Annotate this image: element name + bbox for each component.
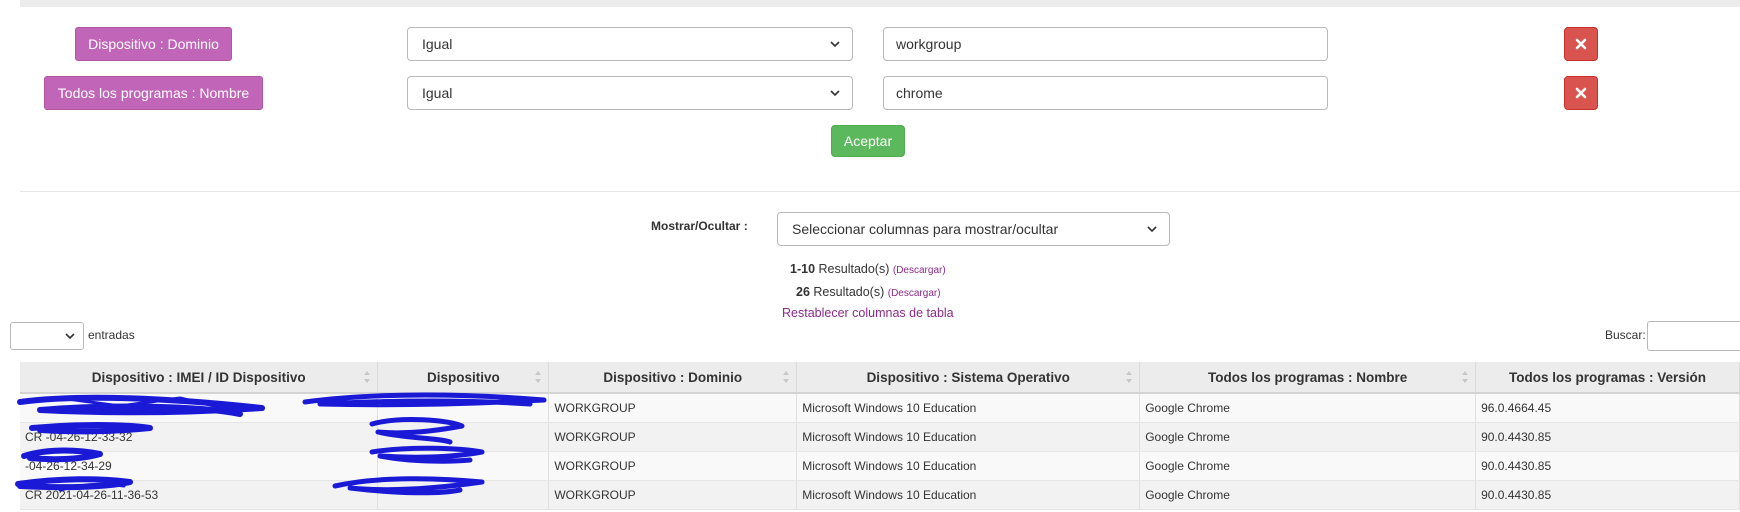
cell-os: Microsoft Windows 10 Education	[796, 422, 1141, 452]
column-header-imei[interactable]: Dispositivo : IMEI / ID Dispositivo	[20, 362, 379, 394]
close-icon	[1575, 87, 1587, 99]
download-link-all[interactable]: (Descargar)	[888, 288, 941, 299]
cell-program-version: 90.0.4430.85	[1475, 422, 1740, 452]
table-header-row: Dispositivo : IMEI / ID Dispositivo Disp…	[20, 362, 1740, 394]
filter-value-text: workgroup	[896, 36, 962, 52]
column-toggle-select[interactable]: Seleccionar columnas para mostrar/oculta…	[777, 212, 1170, 246]
cell-os: Microsoft Windows 10 Education	[796, 451, 1141, 481]
table-row: CR -04-26-12-33-32 WORKGROUP Microsoft W…	[20, 422, 1740, 452]
filter-field-label: Dispositivo : Dominio	[88, 36, 219, 52]
close-icon	[1575, 38, 1587, 50]
filter-value-input-2[interactable]: chrome	[883, 76, 1328, 110]
cell-device	[377, 480, 550, 510]
chevron-down-icon	[830, 90, 840, 97]
filter-operator-select-1[interactable]: Igual	[407, 27, 853, 61]
table-row: WORKGROUP Microsoft Windows 10 Education…	[20, 393, 1740, 423]
cell-program-name: Google Chrome	[1139, 422, 1477, 452]
column-header-os[interactable]: Dispositivo : Sistema Operativo	[796, 362, 1141, 394]
sort-icon	[364, 371, 371, 383]
column-title: Todos los programas : Nombre	[1207, 369, 1408, 385]
sort-icon	[1462, 371, 1469, 383]
top-bar	[20, 0, 1740, 7]
column-title: Todos los programas : Versión	[1509, 369, 1707, 385]
results-total: 26	[796, 285, 810, 299]
filter-field-tag-1: Dispositivo : Dominio	[75, 27, 232, 61]
remove-filter-button-1[interactable]	[1564, 27, 1598, 61]
filter-value-text: chrome	[896, 85, 943, 101]
search-input[interactable]	[1647, 321, 1740, 351]
results-total-count: 26 Resultado(s) (Descargar)	[796, 285, 941, 299]
column-header-program-version[interactable]: Todos los programas : Versión	[1475, 362, 1740, 394]
cell-program-version: 90.0.4430.85	[1475, 451, 1740, 481]
show-hide-label: Mostrar/Ocultar :	[651, 219, 748, 233]
sort-icon	[535, 371, 542, 383]
filter-operator-value: Igual	[422, 36, 453, 52]
results-label: Resultado(s)	[813, 285, 885, 299]
accept-button[interactable]: Aceptar	[831, 125, 905, 157]
table-row: CR 2021-04-26-11-36-53 WORKGROUP Microso…	[20, 480, 1740, 510]
chevron-down-icon	[830, 41, 840, 48]
filter-field-tag-2: Todos los programas : Nombre	[44, 76, 263, 110]
chevron-down-icon	[65, 333, 75, 340]
download-link-page[interactable]: (Descargar)	[893, 265, 946, 276]
reset-columns-link[interactable]: Restablecer columnas de tabla	[782, 306, 954, 320]
filter-value-input-1[interactable]: workgroup	[883, 27, 1328, 61]
cell-program-name: Google Chrome	[1139, 451, 1477, 481]
column-toggle-value: Seleccionar columnas para mostrar/oculta…	[792, 221, 1059, 237]
cell-os: Microsoft Windows 10 Education	[796, 480, 1141, 510]
cell-device	[377, 393, 550, 423]
column-title: Dispositivo : Dominio	[603, 369, 743, 385]
column-title: Dispositivo : IMEI / ID Dispositivo	[91, 369, 306, 385]
cell-program-name: Google Chrome	[1139, 480, 1477, 510]
sort-icon	[1126, 371, 1133, 383]
cell-program-name: Google Chrome	[1139, 393, 1477, 423]
results-range: 1-10	[790, 262, 816, 276]
sort-icon	[783, 371, 790, 383]
cell-domain: WORKGROUP	[548, 480, 798, 510]
entries-label: entradas	[88, 328, 135, 342]
cell-program-version: 90.0.4430.85	[1475, 480, 1740, 510]
cell-domain: WORKGROUP	[548, 422, 798, 452]
cell-domain: WORKGROUP	[548, 393, 798, 423]
column-header-device[interactable]: Dispositivo	[377, 362, 550, 394]
filter-operator-select-2[interactable]: Igual	[407, 76, 853, 110]
cell-device	[377, 451, 550, 481]
filter-field-label: Todos los programas : Nombre	[57, 85, 250, 101]
results-table: Dispositivo : IMEI / ID Dispositivo Disp…	[20, 362, 1740, 510]
column-header-program-name[interactable]: Todos los programas : Nombre	[1139, 362, 1477, 394]
cell-imei	[20, 393, 379, 423]
filter-operator-value: Igual	[422, 85, 453, 101]
section-divider	[20, 191, 1740, 192]
table-row: -04-26-12-34-29 WORKGROUP Microsoft Wind…	[20, 451, 1740, 481]
column-header-domain[interactable]: Dispositivo : Dominio	[548, 362, 798, 394]
results-label: Resultado(s)	[818, 262, 890, 276]
remove-filter-button-2[interactable]	[1564, 76, 1598, 110]
cell-imei: CR -04-26-12-33-32	[20, 422, 379, 452]
cell-imei: -04-26-12-34-29	[20, 451, 379, 481]
entries-length-select[interactable]	[10, 322, 84, 350]
cell-program-version: 96.0.4664.45	[1475, 393, 1740, 423]
cell-os: Microsoft Windows 10 Education	[796, 393, 1141, 423]
search-label: Buscar:	[1605, 328, 1646, 342]
column-title: Dispositivo	[426, 369, 500, 385]
chevron-down-icon	[1147, 226, 1157, 233]
results-page-count: 1-10 Resultado(s) (Descargar)	[790, 262, 946, 276]
column-title: Dispositivo : Sistema Operativo	[866, 369, 1070, 385]
cell-device	[377, 422, 550, 452]
cell-imei: CR 2021-04-26-11-36-53	[20, 480, 379, 510]
cell-domain: WORKGROUP	[548, 451, 798, 481]
